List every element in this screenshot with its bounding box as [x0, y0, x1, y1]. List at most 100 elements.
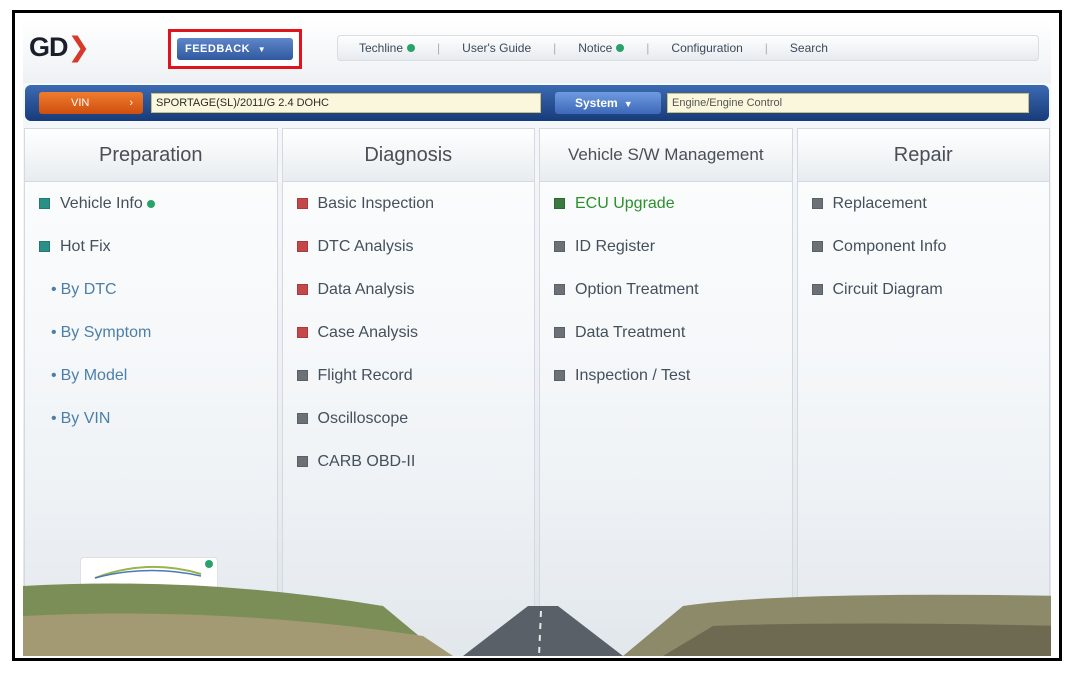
menu-item-data-treatment[interactable]: Data Treatment	[540, 311, 792, 354]
screenshot-frame: GD❯ FEEDBACK ▼ Techline | User's Guide |	[12, 10, 1062, 661]
square-bullet-icon	[554, 198, 565, 209]
square-bullet-icon	[554, 284, 565, 295]
menu-item-oscilloscope[interactable]: Oscilloscope	[283, 397, 535, 440]
column-title: Repair	[797, 129, 1049, 182]
menu-item-case-analysis[interactable]: Case Analysis	[283, 311, 535, 354]
square-bullet-icon	[296, 198, 308, 209]
menu-item-circuit-diagram[interactable]: Circuit Diagram	[798, 268, 1050, 311]
menu-users-guide-label: User's Guide	[462, 41, 532, 55]
menu-search-label: Search	[789, 41, 828, 55]
square-bullet-icon	[296, 241, 308, 252]
bullet-icon: •	[51, 366, 57, 384]
feedback-button[interactable]: FEEDBACK ▼	[177, 38, 293, 60]
menu-search[interactable]: Search	[768, 41, 850, 55]
square-bullet-icon	[296, 284, 308, 295]
column-title: Diagnosis	[282, 129, 534, 182]
square-bullet-icon	[554, 241, 565, 252]
item-label: ECU Upgrade	[575, 194, 675, 212]
menu-item-ecu-upgrade[interactable]: ECU Upgrade	[540, 182, 792, 225]
submenu-item-by-model[interactable]: • By Model	[25, 354, 277, 397]
item-label: Component Info	[832, 237, 947, 255]
top-menu: Techline | User's Guide | Notice | Confi…	[337, 35, 1039, 61]
submenu-item-by-symptom[interactable]: • By Symptom	[25, 311, 277, 354]
menu-configuration-label: Configuration	[671, 41, 743, 55]
menu-item-basic-inspection[interactable]: Basic Inspection	[283, 182, 535, 225]
header-bar: GD❯ FEEDBACK ▼ Techline | User's Guide |	[23, 21, 1051, 83]
item-label: Flight Record	[317, 366, 413, 384]
menu-item-id-register[interactable]: ID Register	[540, 225, 792, 268]
bullet-icon: •	[51, 409, 57, 427]
item-label: Hot Fix	[60, 237, 111, 255]
item-label: By Symptom	[60, 323, 152, 341]
feedback-highlight-box: FEEDBACK ▼	[168, 29, 302, 69]
landscape-background	[23, 583, 1051, 656]
item-label: Oscilloscope	[317, 409, 409, 427]
menu-item-dtc-analysis[interactable]: DTC Analysis	[283, 225, 535, 268]
item-label: Inspection / Test	[575, 366, 691, 384]
item-label: DTC Analysis	[317, 237, 414, 255]
item-label: CARB OBD-II	[317, 452, 416, 470]
item-label: By VIN	[60, 409, 111, 427]
green-dot-icon	[146, 199, 155, 208]
square-bullet-icon	[39, 241, 50, 252]
system-label: System	[575, 96, 618, 110]
menu-item-hot-fix[interactable]: Hot Fix	[25, 225, 277, 268]
chevron-right-icon: ›	[129, 97, 133, 109]
feedback-label: FEEDBACK	[185, 43, 251, 55]
logo-swoosh-icon: ❯	[67, 32, 91, 62]
square-bullet-icon	[296, 413, 308, 424]
square-bullet-icon	[296, 370, 308, 381]
square-bullet-icon	[554, 327, 565, 338]
menu-item-component-info[interactable]: Component Info	[798, 225, 1050, 268]
vin-field[interactable]: SPORTAGE(SL)/2011/G 2.4 DOHC	[151, 93, 541, 113]
square-bullet-icon	[296, 327, 308, 338]
green-dot-icon	[616, 44, 625, 52]
gds-main-screen: GD❯ FEEDBACK ▼ Techline | User's Guide |	[23, 21, 1051, 656]
square-bullet-icon	[811, 284, 823, 295]
item-label: Case Analysis	[317, 323, 419, 341]
menu-techline[interactable]: Techline	[337, 41, 437, 55]
item-label: Option Treatment	[575, 280, 699, 298]
item-label: Data Analysis	[317, 280, 415, 298]
system-button[interactable]: System ▼	[555, 92, 661, 114]
item-label: By Model	[60, 366, 128, 384]
menu-item-vehicle-info[interactable]: Vehicle Info	[25, 182, 277, 225]
item-label: Basic Inspection	[317, 194, 435, 212]
square-bullet-icon	[811, 241, 823, 252]
menu-item-data-analysis[interactable]: Data Analysis	[283, 268, 535, 311]
system-field[interactable]: Engine/Engine Control	[667, 93, 1029, 113]
column-title: Vehicle S/W Management	[540, 129, 792, 182]
item-label: By DTC	[60, 280, 117, 298]
square-bullet-icon	[39, 198, 50, 209]
menu-item-option-treatment[interactable]: Option Treatment	[540, 268, 792, 311]
menu-notice[interactable]: Notice	[556, 41, 646, 55]
menu-item-replacement[interactable]: Replacement	[798, 182, 1050, 225]
vin-button[interactable]: VIN ›	[39, 92, 143, 114]
item-label: Replacement	[832, 194, 927, 212]
menu-techline-label: Techline	[359, 41, 404, 55]
column-title: Preparation	[25, 129, 277, 182]
menu-configuration[interactable]: Configuration	[649, 41, 764, 55]
menu-item-carb-obd-ii[interactable]: CARB OBD-II	[283, 440, 535, 483]
bullet-icon: •	[51, 323, 57, 341]
item-label: ID Register	[575, 237, 656, 255]
bullet-icon: •	[51, 280, 57, 298]
vin-system-bar: VIN › SPORTAGE(SL)/2011/G 2.4 DOHC Syste…	[25, 85, 1049, 121]
gds-logo: GD❯	[29, 32, 91, 62]
submenu-item-by-dtc[interactable]: • By DTC	[25, 268, 277, 311]
item-label: Vehicle Info	[60, 194, 143, 212]
square-bullet-icon	[811, 198, 823, 209]
square-bullet-icon	[296, 456, 308, 467]
menu-item-flight-record[interactable]: Flight Record	[283, 354, 535, 397]
menu-notice-label: Notice	[578, 41, 613, 55]
vin-label: VIN	[71, 97, 90, 109]
submenu-item-by-vin[interactable]: • By VIN	[25, 397, 277, 440]
menu-users-guide[interactable]: User's Guide	[440, 41, 553, 55]
item-label: Circuit Diagram	[832, 280, 943, 298]
chevron-down-icon: ▼	[623, 99, 633, 109]
chevron-down-icon: ▼	[257, 45, 267, 54]
square-bullet-icon	[554, 370, 565, 381]
item-label: Data Treatment	[575, 323, 686, 341]
green-dot-icon	[407, 44, 416, 52]
menu-item-inspection-test[interactable]: Inspection / Test	[540, 354, 792, 397]
